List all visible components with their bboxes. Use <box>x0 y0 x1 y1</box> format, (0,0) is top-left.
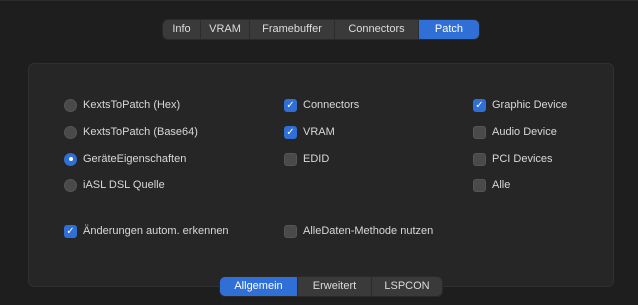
checkmark-icon[interactable]: ✓ <box>284 125 297 139</box>
radio-label: GeräteEigenschaften <box>83 153 187 165</box>
checkbox-label: AlleDaten-Methode nutzen <box>303 225 434 237</box>
tab-info[interactable]: Info <box>163 20 201 39</box>
checkbox-label: EDID <box>303 153 330 165</box>
checkbox-alle[interactable]: Alle <box>473 177 510 193</box>
radio-button-selected[interactable] <box>64 152 77 166</box>
checkmark-icon[interactable]: ✓ <box>473 98 486 112</box>
radio-button[interactable] <box>64 178 77 192</box>
checkmark-icon[interactable]: ✓ <box>64 224 77 238</box>
radio-geraeteeigenschaften[interactable]: GeräteEigenschaften <box>64 151 186 167</box>
radio-button[interactable] <box>64 125 77 139</box>
checkbox-box[interactable] <box>284 224 297 238</box>
tab-connectors[interactable]: Connectors <box>335 20 419 39</box>
radio-kextstopatch-base64[interactable]: KextsToPatch (Base64) <box>64 124 198 140</box>
checkbox-label: Alle <box>492 179 511 191</box>
checkbox-graphic-device[interactable]: ✓ Graphic Device <box>473 97 567 113</box>
checkbox-box[interactable] <box>473 152 486 166</box>
tab-patch[interactable]: Patch <box>419 20 479 39</box>
top-tab-bar: Info VRAM Framebuffer Connectors Patch <box>163 20 479 39</box>
checkbox-label: Änderungen autom. erkennen <box>83 225 229 237</box>
radio-label: KextsToPatch (Hex) <box>83 99 181 111</box>
checkbox-label: Graphic Device <box>492 99 568 111</box>
checkbox-label: Connectors <box>303 99 360 111</box>
radio-button[interactable] <box>64 98 77 112</box>
radio-iasl-dsl-quelle[interactable]: iASL DSL Quelle <box>64 177 165 193</box>
tab-erweitert[interactable]: Erweitert <box>298 277 372 296</box>
checkbox-alledaten-method[interactable]: AlleDaten-Methode nutzen <box>284 223 433 239</box>
radio-label: KextsToPatch (Base64) <box>83 126 198 138</box>
checkbox-box[interactable] <box>473 125 486 139</box>
tab-framebuffer[interactable]: Framebuffer <box>250 20 335 39</box>
tab-lspcon[interactable]: LSPCON <box>372 277 442 296</box>
radio-kextstopatch-hex[interactable]: KextsToPatch (Hex) <box>64 97 180 113</box>
checkbox-auto-detect-changes[interactable]: ✓ Änderungen autom. erkennen <box>64 223 229 239</box>
checkbox-connectors[interactable]: ✓ Connectors <box>284 97 359 113</box>
checkbox-vram[interactable]: ✓ VRAM <box>284 124 335 140</box>
checkbox-box[interactable] <box>284 152 297 166</box>
checkbox-label: Audio Device <box>492 126 557 138</box>
checkbox-audio-device[interactable]: Audio Device <box>473 124 557 140</box>
checkbox-box[interactable] <box>473 178 486 192</box>
bottom-tab-bar: Allgemein Erweitert LSPCON <box>220 277 442 296</box>
checkbox-pci-devices[interactable]: PCI Devices <box>473 151 553 167</box>
checkbox-label: PCI Devices <box>492 153 553 165</box>
tab-vram[interactable]: VRAM <box>201 20 250 39</box>
checkmark-icon[interactable]: ✓ <box>284 98 297 112</box>
radio-label: iASL DSL Quelle <box>83 179 165 191</box>
window: Info VRAM Framebuffer Connectors Patch K… <box>0 0 638 305</box>
checkbox-edid[interactable]: EDID <box>284 151 329 167</box>
checkbox-label: VRAM <box>303 126 335 138</box>
tab-allgemein[interactable]: Allgemein <box>220 277 298 296</box>
